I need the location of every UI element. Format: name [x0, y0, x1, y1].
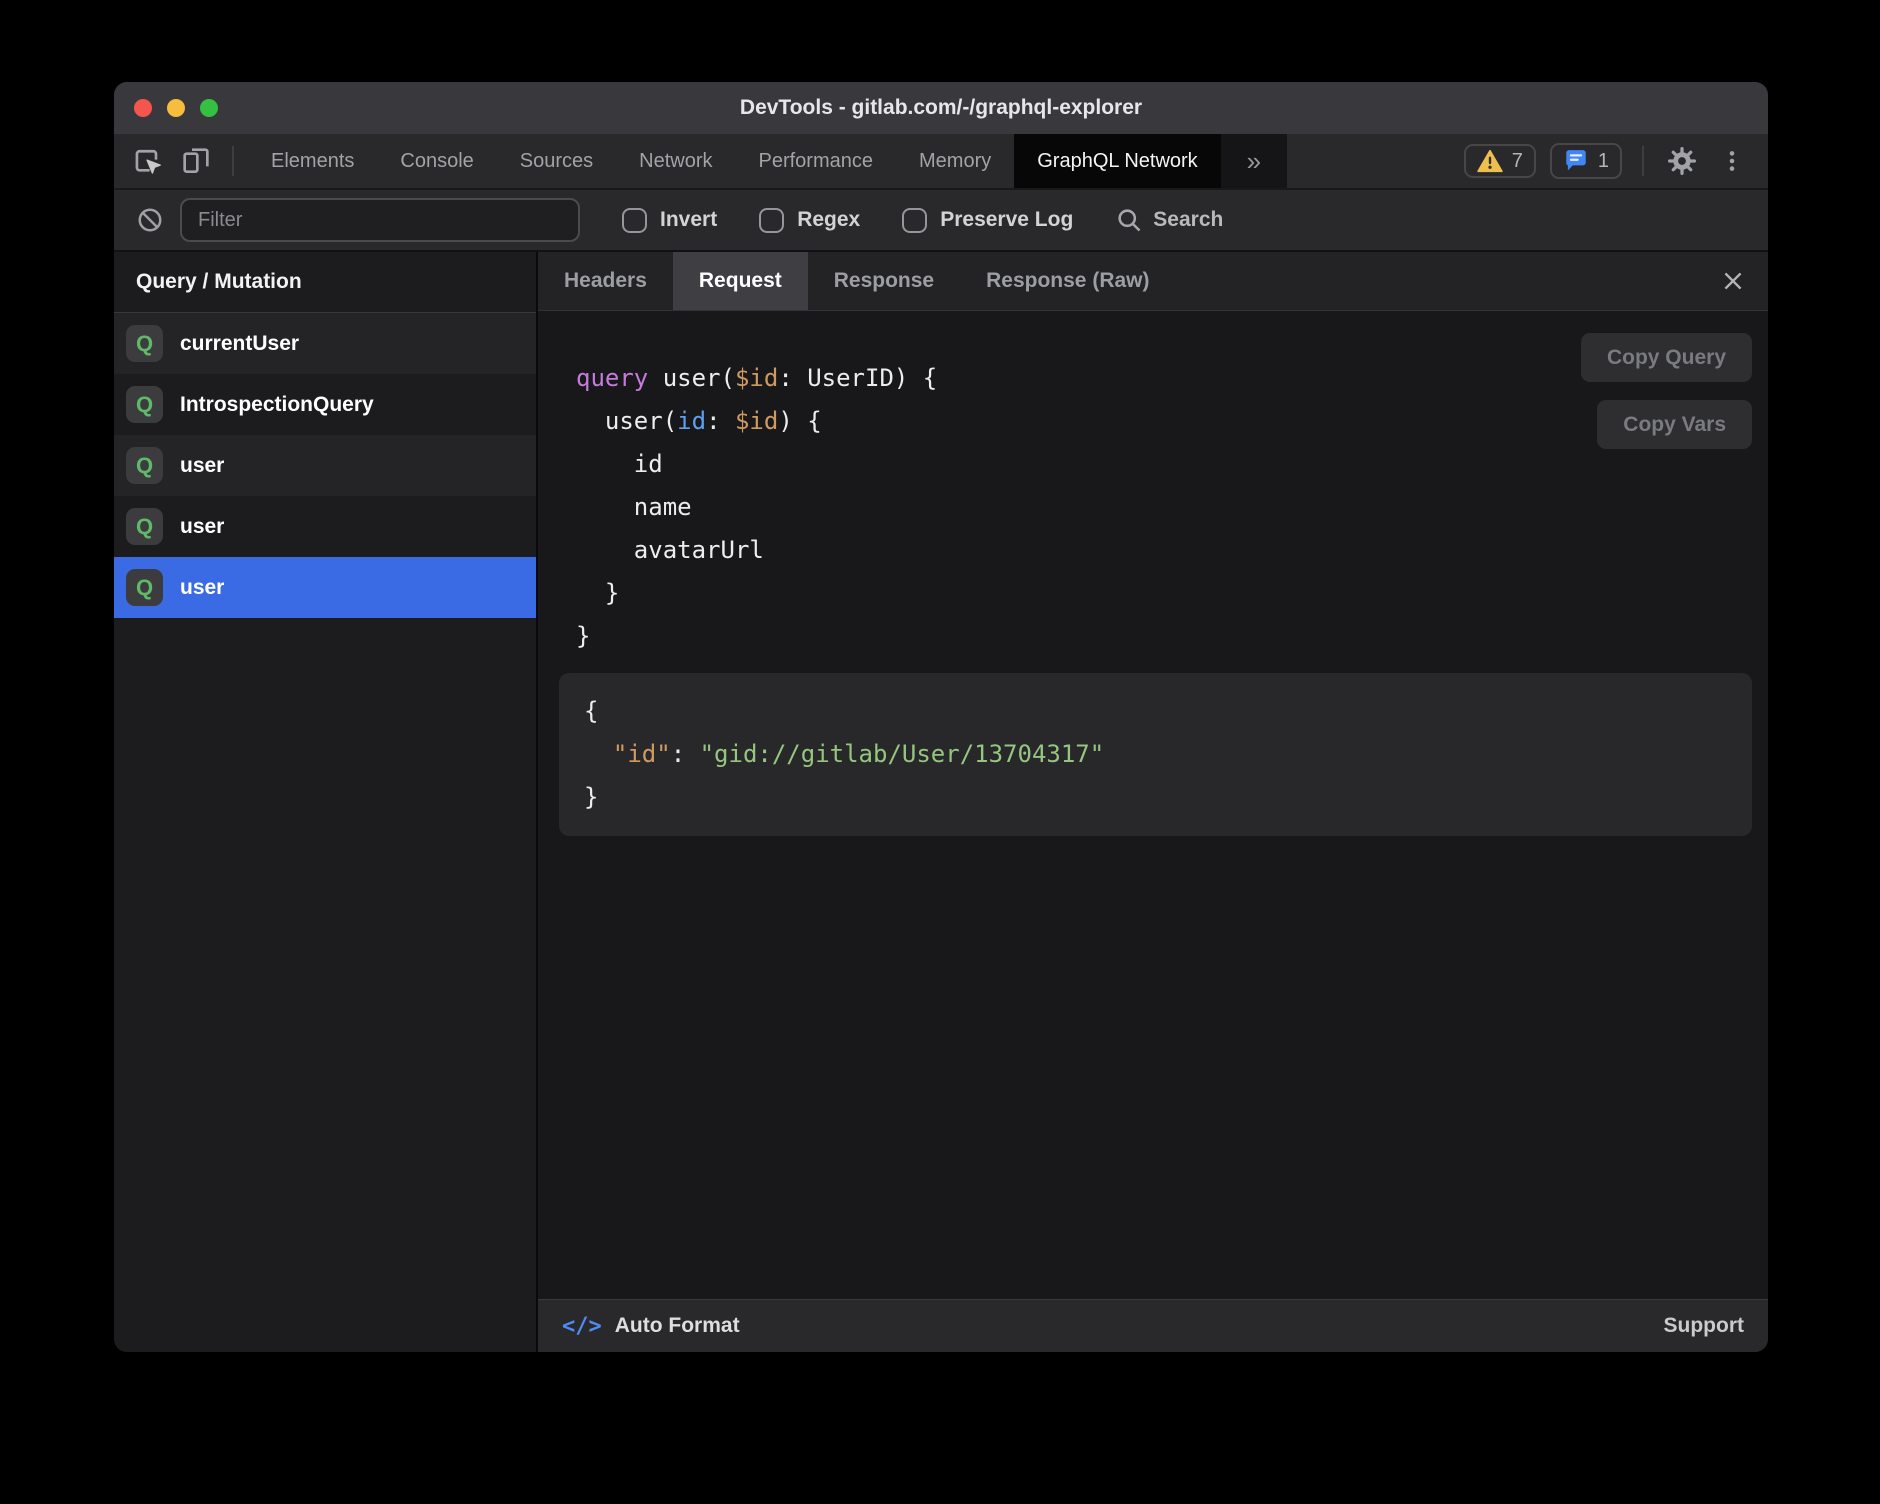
filter-bar: Invert Regex Preserve Log Search [114, 190, 1768, 252]
tab-sources[interactable]: Sources [497, 134, 616, 188]
list-item-label: IntrospectionQuery [180, 393, 374, 417]
query-type-badge: Q [126, 386, 163, 423]
support-link[interactable]: Support [1664, 1314, 1744, 1338]
checkbox-label-preserve-log: Preserve Log [940, 208, 1073, 232]
detail-panel: HeadersRequestResponseResponse (Raw) Cop… [538, 252, 1768, 1352]
tab-elements[interactable]: Elements [248, 134, 377, 188]
toolbar-right-group: 7 1 [1464, 134, 1768, 188]
messages-button[interactable]: 1 [1550, 143, 1622, 179]
tab-console[interactable]: Console [377, 134, 496, 188]
toolbar-left-icons [114, 134, 248, 188]
search-label: Search [1153, 208, 1223, 232]
zoom-window-button[interactable] [200, 99, 218, 117]
detail-footer: </> Auto Format Support [538, 1299, 1768, 1352]
devtools-toolbar: ElementsConsoleSourcesNetworkPerformance… [114, 134, 1768, 190]
checkbox-label-invert: Invert [660, 208, 717, 232]
minimize-window-button[interactable] [167, 99, 185, 117]
tab-graphql-network[interactable]: GraphQL Network [1014, 134, 1220, 188]
settings-gear-icon[interactable] [1664, 143, 1700, 179]
auto-format-button[interactable]: </> Auto Format [562, 1314, 740, 1339]
list-item-label: user [180, 515, 224, 539]
more-tabs-button[interactable]: » [1221, 134, 1287, 188]
close-detail-icon[interactable] [1712, 252, 1754, 310]
detail-tab-strip: HeadersRequestResponseResponse (Raw) [538, 252, 1768, 311]
inspect-element-icon[interactable] [130, 143, 166, 179]
titlebar: DevTools - gitlab.com/-/graphql-explorer [114, 82, 1768, 134]
code-line: } [576, 572, 1768, 615]
checkbox-box-invert[interactable] [622, 208, 647, 233]
tab-response[interactable]: Response [808, 252, 960, 310]
query-type-badge: Q [126, 447, 163, 484]
list-item-user[interactable]: Quser [114, 557, 536, 618]
clear-filter-icon[interactable] [132, 202, 168, 238]
query-type-badge: Q [126, 325, 163, 362]
tab-response-raw[interactable]: Response (Raw) [960, 252, 1175, 310]
tab-headers[interactable]: Headers [538, 252, 673, 310]
search-button[interactable]: Search [1115, 206, 1223, 234]
sidebar: Query / Mutation QcurrentUserQIntrospect… [114, 252, 538, 1352]
main-split: Query / Mutation QcurrentUserQIntrospect… [114, 252, 1768, 1352]
checkbox-regex[interactable]: Regex [759, 208, 860, 233]
list-item-currentuser[interactable]: QcurrentUser [114, 313, 536, 374]
code-line: id [576, 443, 1768, 486]
filter-input[interactable] [180, 198, 580, 242]
list-item-label: user [180, 454, 224, 478]
kebab-menu-icon[interactable] [1714, 143, 1750, 179]
code-line: "id": "gid://gitlab/User/13704317" [584, 733, 1727, 776]
window-controls [134, 82, 218, 134]
tab-memory[interactable]: Memory [896, 134, 1014, 188]
window-title: DevTools - gitlab.com/-/graphql-explorer [740, 96, 1142, 120]
filter-checkbox-group: Invert Regex Preserve Log [622, 208, 1073, 233]
query-type-badge: Q [126, 569, 163, 606]
code-line: } [584, 776, 1727, 819]
toolbar-separator [1642, 146, 1644, 176]
message-icon [1563, 148, 1589, 174]
auto-format-label: Auto Format [615, 1314, 740, 1338]
code-line: { [584, 690, 1727, 733]
list-item-label: currentUser [180, 332, 299, 356]
checkbox-invert[interactable]: Invert [622, 208, 717, 233]
search-icon [1115, 206, 1143, 234]
sidebar-header: Query / Mutation [114, 252, 536, 313]
list-item-introspectionquery[interactable]: Q IntrospectionQuery [114, 374, 536, 435]
checkbox-box-regex[interactable] [759, 208, 784, 233]
screen-background: { "window": { "title": "DevTools - gitla… [0, 0, 1880, 1504]
variables-code: { "id": "gid://gitlab/User/13704317"} [584, 690, 1727, 819]
list-item-user[interactable]: Quser [114, 496, 536, 557]
devtools-window: DevTools - gitlab.com/-/graphql-explorer… [114, 82, 1768, 1352]
checkbox-preserve-log[interactable]: Preserve Log [902, 208, 1073, 233]
toolbar-separator [232, 146, 234, 176]
tab-network[interactable]: Network [616, 134, 735, 188]
code-line: avatarUrl [576, 529, 1768, 572]
query-type-badge: Q [126, 508, 163, 545]
code-line: } [576, 615, 1768, 658]
copy-vars-button[interactable]: Copy Vars [1597, 400, 1752, 449]
query-list: QcurrentUserQIntrospectionQueryQuserQuse… [114, 313, 536, 618]
devtools-tab-strip: ElementsConsoleSourcesNetworkPerformance… [248, 134, 1221, 188]
device-toolbar-icon[interactable] [178, 143, 214, 179]
copy-buttons: Copy Query Copy Vars [1581, 333, 1752, 449]
warning-icon [1477, 149, 1503, 173]
list-item-user[interactable]: Quser [114, 435, 536, 496]
checkbox-label-regex: Regex [797, 208, 860, 232]
code-line: name [576, 486, 1768, 529]
warnings-button[interactable]: 7 [1464, 144, 1536, 178]
checkbox-box-preserve-log[interactable] [902, 208, 927, 233]
copy-query-button[interactable]: Copy Query [1581, 333, 1752, 382]
messages-count: 1 [1598, 150, 1609, 173]
close-window-button[interactable] [134, 99, 152, 117]
request-content: Copy Query Copy Vars query user($id: Use… [538, 311, 1768, 1299]
tab-performance[interactable]: Performance [736, 134, 897, 188]
variables-panel: { "id": "gid://gitlab/User/13704317"} [559, 673, 1752, 836]
tab-request[interactable]: Request [673, 252, 808, 310]
code-brackets-icon: </> [562, 1314, 602, 1339]
list-item-label: user [180, 576, 224, 600]
warnings-count: 7 [1512, 150, 1523, 173]
